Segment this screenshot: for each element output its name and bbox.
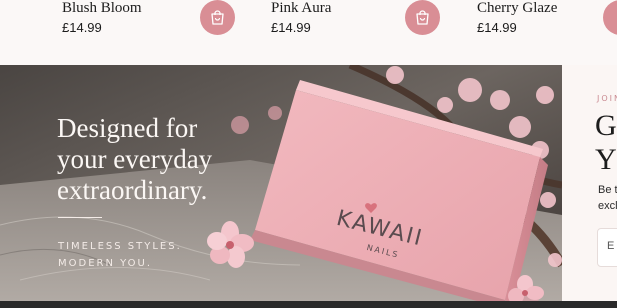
product-price: £14.99 [62,20,102,35]
footer-edge [0,301,617,308]
hero-headline-line: Designed for [57,113,198,143]
hero-headline: Designed for your everyday extraordinary… [57,113,277,206]
product-price: £14.99 [477,20,517,35]
product-card[interactable]: Pink Aura £14.99 [271,0,456,65]
add-to-bag-button[interactable] [405,0,440,35]
newsletter-body-line: Be t [598,184,617,196]
hero-headline-line: extraordinary. [57,175,208,205]
product-strip: Blush Bloom £14.99 Pink Aura £14.99 Cher… [0,0,617,65]
hero-tagline: TIMELESS STYLES. MODERN YOU. [58,238,182,272]
add-to-bag-button[interactable] [200,0,235,35]
product-card[interactable]: Cherry Glaze £14.99 [477,0,617,65]
newsletter-email-input[interactable]: E [597,228,617,267]
newsletter-title: G Y [595,109,617,177]
newsletter-panel: JOIN G Y Be t excl E [562,65,617,308]
product-card[interactable]: Blush Bloom £14.99 [62,0,247,65]
newsletter-email-placeholder: E [607,240,615,252]
hero-banner: KAWAII NAILS Designed for your everyday … [0,65,562,308]
newsletter-body: Be t excl [598,182,617,214]
shopping-bag-icon [211,10,224,25]
hero-divider [58,217,102,218]
newsletter-title-line: Y [595,143,617,176]
shopping-bag-icon [416,10,429,25]
newsletter-title-line: G [595,109,617,142]
add-to-bag-button[interactable] [603,0,617,35]
newsletter-kicker: JOIN [597,94,617,103]
hero-headline-line: your everyday [57,144,213,174]
hero-tagline-line: MODERN YOU. [58,258,153,269]
product-name[interactable]: Cherry Glaze [477,0,557,16]
hero-tagline-line: TIMELESS STYLES. [58,241,182,252]
product-name[interactable]: Blush Bloom [62,0,142,16]
newsletter-body-line: excl [598,200,617,212]
product-name[interactable]: Pink Aura [271,0,331,16]
product-price: £14.99 [271,20,311,35]
